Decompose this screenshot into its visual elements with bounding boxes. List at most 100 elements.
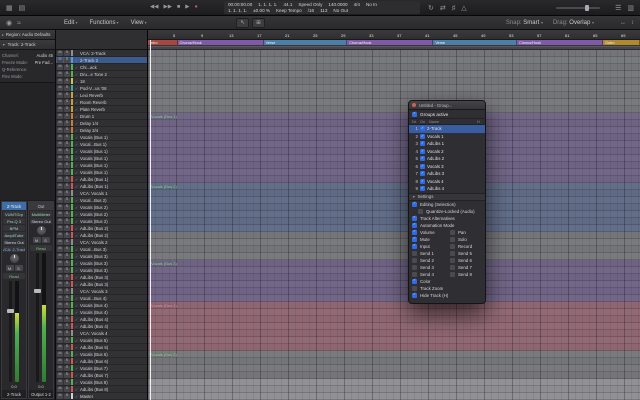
group-row[interactable]: 1 ✓ 2-Track — [409, 125, 485, 133]
mute-button[interactable]: M — [32, 237, 41, 243]
checkbox[interactable] — [450, 243, 455, 249]
track-on-checkbox[interactable]: ✓ — [74, 233, 79, 238]
channel-strip-name[interactable]: 2-Track — [2, 202, 26, 210]
track-row[interactable]: M S ✓ Delay 3/4 — [56, 127, 147, 134]
arrange-lane[interactable] — [148, 267, 640, 274]
mute-button[interactable]: M — [57, 64, 63, 70]
track-row[interactable]: M S ✓ Vocals (Bus 1) — [56, 169, 147, 176]
flex-icon[interactable]: ≈ — [17, 20, 21, 27]
track-row[interactable]: M S ✓ Pod-V...us '08 — [56, 85, 147, 92]
solo-button[interactable]: S — [64, 337, 70, 343]
track-row[interactable]: M S ✓ Room Reverb — [56, 99, 147, 106]
checkbox[interactable]: ✓ — [420, 133, 425, 139]
arrangement-marker[interactable]: Chorus/Hook — [347, 40, 434, 45]
arrange-lane[interactable] — [148, 92, 640, 99]
arrange-lane[interactable] — [148, 204, 640, 211]
master-volume-thumb[interactable] — [584, 5, 589, 11]
track-row[interactable]: M S ✓ AdLibs (Bus 7) — [56, 372, 147, 379]
menu-edit[interactable]: Edit ▾ — [64, 20, 77, 26]
group-setting[interactable]: Send 4 — [409, 271, 447, 278]
checkbox[interactable] — [412, 250, 417, 256]
fader-cap[interactable] — [34, 289, 41, 294]
arrange-lane[interactable] — [148, 113, 640, 120]
lcd-field[interactable]: 140.0000 — [328, 2, 347, 7]
group-row[interactable]: 4 ✓ Vocals 2 — [409, 148, 485, 156]
arrange-lane[interactable] — [148, 316, 640, 323]
solo-button[interactable]: S — [64, 358, 70, 364]
track-row[interactable]: M S ✓ Vocals (Bus 6) — [56, 351, 147, 358]
solo-button[interactable]: S — [64, 57, 70, 63]
mute-button[interactable]: M — [57, 281, 63, 287]
group-setting[interactable]: ✓ Hide Track (H) — [409, 292, 485, 299]
track-row[interactable]: M S ✓ Vocals (Bus 1) — [56, 155, 147, 162]
solo-button[interactable]: S — [64, 211, 70, 217]
replace-icon[interactable]: ⇄ — [440, 5, 446, 12]
track-row[interactable]: M S VCA: Vocals 2 — [56, 239, 147, 246]
solo-button[interactable]: S — [64, 127, 70, 133]
group-setting[interactable]: ✓ Track Alternatives — [409, 215, 485, 222]
mute-button[interactable]: M — [57, 232, 63, 238]
mute-button[interactable]: M — [57, 253, 63, 259]
track-on-checkbox[interactable]: ✓ — [74, 184, 79, 189]
track-on-checkbox[interactable]: ✓ — [74, 282, 79, 287]
group-setting[interactable]: Send 6 — [447, 257, 485, 264]
mute-button[interactable]: M — [57, 218, 63, 224]
solo-button[interactable]: S — [64, 344, 70, 350]
disclosure-triangle-icon[interactable]: ▸ — [2, 33, 4, 37]
track-on-checkbox[interactable]: ✓ — [74, 303, 79, 308]
field-value[interactable]: Pre Fad... — [35, 60, 53, 65]
track-on-checkbox[interactable]: ✓ — [74, 359, 79, 364]
track-on-checkbox[interactable]: ✓ — [74, 317, 79, 322]
mute-button[interactable]: M — [5, 265, 14, 271]
checkbox[interactable]: ✓ — [412, 236, 417, 242]
solo-button[interactable]: S — [64, 302, 70, 308]
checkbox[interactable]: ✓ — [412, 243, 417, 249]
toolbar-toggle-icon[interactable]: ▦ — [6, 5, 13, 12]
groups-active-checkbox[interactable]: ✓ — [412, 111, 417, 117]
arrangement-marker[interactable]: Chorus/Hook — [516, 40, 604, 45]
list-editors-icon[interactable]: ☰ — [615, 5, 621, 12]
arrange-lane[interactable] — [148, 85, 640, 92]
mute-button[interactable]: M — [57, 211, 63, 217]
solo-button[interactable]: S — [64, 323, 70, 329]
mute-button[interactable]: M — [57, 330, 63, 336]
track-on-checkbox[interactable]: ✓ — [74, 72, 79, 77]
track-row[interactable]: M S ✓ Vocal...Bus 1) — [56, 141, 147, 148]
mute-button[interactable]: M — [57, 106, 63, 112]
arrange-lane[interactable] — [148, 253, 640, 260]
arrange-lane[interactable] — [148, 239, 640, 246]
insert-slot[interactable]: Pro-Q 3 — [3, 218, 25, 224]
group-row[interactable]: 2 ✓ Vocals 1 — [409, 133, 485, 141]
solo-button[interactable]: S — [64, 176, 70, 182]
group-setting[interactable]: Send 2 — [409, 257, 447, 264]
mute-button[interactable]: M — [57, 323, 63, 329]
forward-icon[interactable]: ▶▶ — [163, 5, 171, 11]
ruler-bar[interactable]: 5 9 13 17 21 25 29 33 37 41 45 49 53 57 61 65 69 — [148, 30, 640, 40]
arrange-lane[interactable] — [148, 386, 640, 393]
track-row[interactable]: M S ✓ AdLibs (Bus 1) — [56, 176, 147, 183]
snap-dropdown[interactable]: Snap: Smart ▾ — [506, 20, 543, 26]
track-on-checkbox[interactable]: ✓ — [74, 58, 79, 63]
solo-button[interactable]: S — [64, 379, 70, 385]
group-setting[interactable]: Send 8 — [447, 271, 485, 278]
lcd-field[interactable]: Keep Tempo — [276, 8, 302, 13]
track-row[interactable]: M S ✓ Vocals (Bus 3) — [56, 260, 147, 267]
group-setting[interactable]: Send 1 — [409, 250, 447, 257]
solo-button[interactable]: S — [64, 246, 70, 252]
marquee-tool-icon[interactable]: ⊞ — [252, 18, 265, 28]
track-row[interactable]: M S ✓ Vocals (Bus 1) — [56, 162, 147, 169]
checkbox[interactable] — [412, 271, 417, 277]
solo-button[interactable]: S — [64, 267, 70, 273]
mute-button[interactable]: M — [57, 120, 63, 126]
track-row[interactable]: M S ✓ Chi...ack — [56, 64, 147, 71]
mute-button[interactable]: M — [57, 197, 63, 203]
solo-button[interactable]: S — [64, 99, 70, 105]
insert-slot[interactable]: VUMTGrp — [3, 211, 25, 217]
playhead[interactable] — [150, 40, 151, 400]
lcd-field[interactable]: 1. 1. 1. 1. — [258, 2, 277, 7]
arrange-lane[interactable] — [148, 358, 640, 365]
track-row[interactable]: M S ✓ AdLibs (Bus 5) — [56, 344, 147, 351]
mute-button[interactable]: M — [57, 190, 63, 196]
arrange-lane[interactable] — [148, 155, 640, 162]
arrange-lane[interactable] — [148, 365, 640, 372]
